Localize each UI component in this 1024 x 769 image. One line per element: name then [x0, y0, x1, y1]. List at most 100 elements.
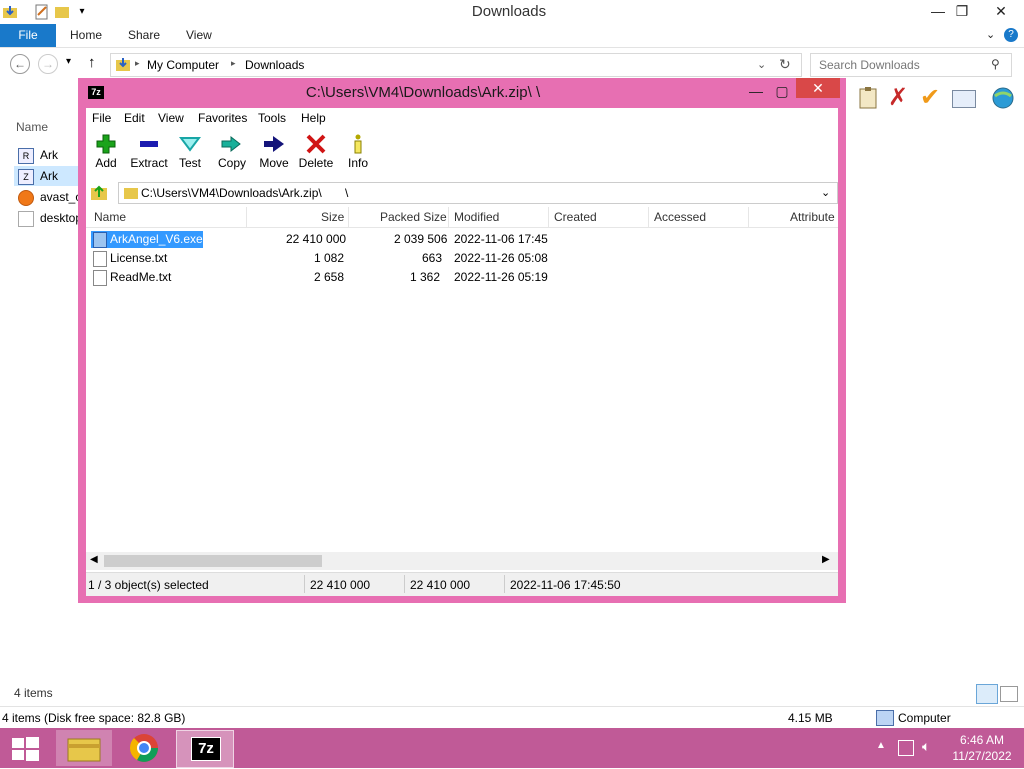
clock-time: 6:46 AM — [959, 733, 1005, 747]
column-accessed[interactable]: Accessed — [654, 210, 706, 224]
column-created[interactable]: Created — [554, 210, 597, 224]
recent-locations-icon[interactable]: ▾ — [66, 56, 71, 67]
tray-overflow-icon[interactable]: ▲ — [876, 740, 886, 751]
maximize-button[interactable]: ❐ — [948, 0, 976, 22]
tab-file[interactable]: File — [0, 24, 56, 47]
chevron-down-icon[interactable]: ⌄ — [986, 24, 995, 47]
file-name: License.txt — [110, 251, 168, 265]
up-arrow-icon[interactable]: ↑ — [88, 54, 96, 71]
sevenzip-window-title: C:\Users\VM4\Downloads\Ark.zip\ \ — [305, 84, 541, 101]
list-item[interactable]: Z Ark — [14, 166, 84, 186]
app-icon: R — [18, 147, 34, 164]
taskbar-file-explorer[interactable] — [56, 730, 112, 766]
name-column-header[interactable]: Name — [16, 117, 48, 137]
scroll-left-icon[interactable]: ◀ — [90, 554, 98, 565]
explorer-status-bar: 4 items (Disk free space: 82.8 GB) 4.15 … — [0, 706, 1024, 729]
scroll-thumb[interactable] — [104, 555, 322, 567]
path-input[interactable]: C:\Users\VM4\Downloads\Ark.zip\ \ ⌄ — [118, 182, 838, 204]
network-icon[interactable] — [898, 740, 914, 756]
search-icon[interactable]: ⚲ — [991, 57, 1000, 71]
back-button[interactable]: ← — [10, 54, 30, 74]
close-button[interactable]: ✕ — [984, 0, 1018, 22]
item-count: 4 items — [14, 686, 53, 700]
text-file-icon — [93, 270, 107, 286]
menu-tools[interactable]: Tools — [258, 111, 286, 125]
close-button[interactable]: ✕ — [796, 78, 840, 98]
globe-icon[interactable] — [990, 86, 1016, 110]
computer-icon — [876, 710, 894, 726]
address-bar[interactable]: ▸ My Computer ▸ Downloads ⌄ ↻ — [110, 53, 802, 77]
check-down-icon — [179, 134, 201, 152]
zip-icon: Z — [18, 168, 34, 185]
forward-button[interactable]: → — [38, 54, 58, 74]
column-name[interactable]: Name — [94, 210, 126, 224]
clipboard-icon[interactable] — [856, 86, 880, 110]
column-size[interactable]: Size — [321, 210, 344, 224]
column-attributes[interactable]: Attribute — [790, 210, 835, 224]
copy-button[interactable]: Copy — [212, 132, 252, 176]
path-bar: C:\Users\VM4\Downloads\Ark.zip\ \ ⌄ — [86, 181, 838, 205]
folder-down-icon — [115, 57, 131, 75]
taskbar: 7z ▲ 🔈︎ 6:46 AM 11/27/2022 — [0, 728, 1024, 768]
folder-icon — [67, 738, 101, 762]
start-button[interactable] — [0, 730, 50, 766]
breadcrumb-downloads[interactable]: Downloads — [245, 58, 304, 72]
menu-file[interactable]: File — [92, 111, 111, 125]
test-button[interactable]: Test — [170, 132, 210, 176]
windows-logo-icon — [12, 737, 39, 761]
taskbar-clock[interactable]: 6:46 AM 11/27/2022 — [948, 733, 1016, 763]
tab-home[interactable]: Home — [70, 24, 102, 47]
file-modified: 2022-11-26 05:08 — [454, 251, 548, 265]
checkmark-icon[interactable]: ✔ — [920, 86, 940, 110]
selection-size: 22 410 000 — [310, 578, 371, 592]
list-item[interactable]: avast_o — [18, 187, 82, 207]
refresh-icon[interactable]: ↻ — [779, 56, 791, 73]
horizontal-scrollbar[interactable]: ◀ ▶ — [86, 552, 838, 570]
search-box[interactable]: Search Downloads ⚲ — [810, 53, 1012, 77]
minimize-button[interactable]: — — [742, 80, 770, 102]
menu-help[interactable]: Help — [301, 111, 326, 125]
sevenzip-status-bar: 1 / 3 object(s) selected 22 410 000 22 4… — [86, 572, 838, 596]
search-input[interactable]: Search Downloads — [819, 58, 920, 72]
file-size: 2 658 — [314, 270, 345, 284]
delete-button[interactable]: Delete — [296, 132, 336, 176]
extract-button[interactable]: Extract — [127, 132, 171, 176]
x-icon[interactable]: ✗ — [888, 86, 908, 110]
taskbar-chrome[interactable] — [116, 730, 172, 766]
chevron-right-icon: ▸ — [231, 58, 236, 68]
table-row[interactable]: License.txt 1 082 663 2022-11-26 05:08 — [86, 249, 838, 268]
list-item[interactable]: desktop — [18, 208, 82, 228]
table-row[interactable]: ArkAngel_V6.exe 22 410 000 2 039 506 202… — [86, 230, 838, 249]
column-packed-size[interactable]: Packed Size — [380, 210, 447, 224]
menu-edit[interactable]: Edit — [124, 111, 145, 125]
tab-share[interactable]: Share — [128, 24, 160, 47]
breadcrumb-my-computer[interactable]: My Computer — [147, 58, 219, 72]
chevron-down-icon[interactable]: ⌄ — [757, 58, 766, 71]
volume-icon[interactable]: 🔈︎ — [922, 738, 930, 755]
help-icon[interactable]: ? — [1004, 28, 1018, 42]
column-modified[interactable]: Modified — [454, 210, 499, 224]
chevron-down-icon[interactable]: ⌄ — [821, 183, 830, 203]
menu-view[interactable]: View — [158, 111, 184, 125]
arrow-right-icon — [263, 134, 285, 152]
info-button[interactable]: Info — [338, 132, 378, 176]
taskbar-sevenzip[interactable]: 7z — [176, 730, 234, 768]
large-icons-view-icon[interactable] — [1000, 686, 1018, 702]
move-button[interactable]: Move — [254, 132, 294, 176]
sevenzip-title-bar: 7z C:\Users\VM4\Downloads\Ark.zip\ \ — ▢… — [78, 78, 846, 108]
menu-favorites[interactable]: Favorites — [198, 111, 247, 125]
file-packed-size: 2 039 506 — [394, 232, 448, 246]
up-folder-icon[interactable] — [90, 183, 108, 204]
file-packed-size: 1 362 — [410, 270, 441, 284]
file-modified: 2022-11-06 17:45 — [454, 232, 548, 246]
list-item[interactable]: R Ark — [18, 145, 58, 165]
scroll-right-icon[interactable]: ▶ — [822, 554, 830, 565]
details-view-icon[interactable] — [976, 684, 998, 704]
tab-view[interactable]: View — [186, 24, 212, 47]
table-row[interactable]: ReadMe.txt 2 658 1 362 2022-11-26 05:19 — [86, 268, 838, 287]
window-icon[interactable] — [952, 90, 976, 108]
add-button[interactable]: Add — [86, 132, 126, 176]
maximize-button[interactable]: ▢ — [768, 80, 796, 102]
file-name: ArkAngel_V6.exe — [110, 232, 203, 246]
exe-file-icon — [93, 232, 107, 248]
